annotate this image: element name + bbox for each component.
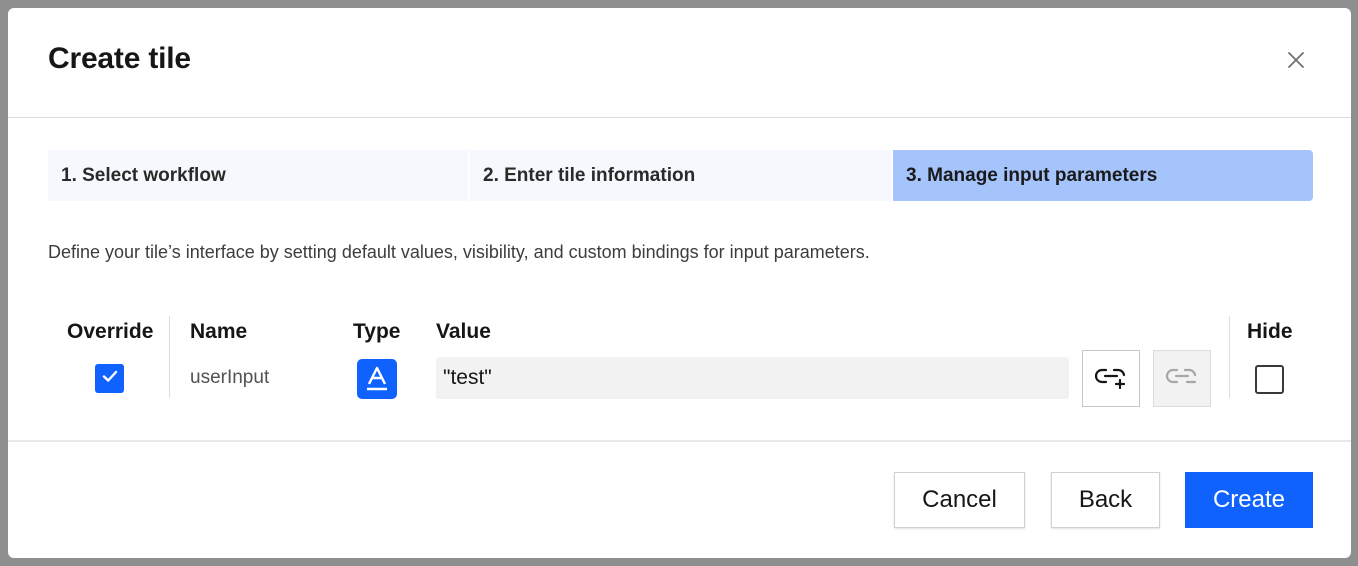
checkmark-icon [100,366,120,391]
close-button[interactable] [1282,46,1310,74]
input-parameters-table: Override Name Type Value Hide userInput [48,308,1313,408]
header-name: Name [190,320,248,343]
column-divider [1229,316,1230,398]
step-enter-tile-information[interactable]: 2. Enter tile information [470,150,891,201]
cancel-button[interactable]: Cancel [894,472,1025,528]
parameter-value-input[interactable] [436,357,1069,399]
create-button[interactable]: Create [1185,472,1313,528]
header-override: Override [67,320,154,343]
header-type: Type [353,320,401,343]
column-divider [169,316,170,398]
step-manage-input-parameters[interactable]: 3. Manage input parameters [893,150,1313,201]
override-checkbox[interactable] [95,364,124,393]
header-hide: Hide [1247,320,1293,343]
link-remove-icon [1164,363,1200,394]
link-add-icon [1093,363,1129,394]
hide-checkbox[interactable] [1255,365,1284,394]
header-value: Value [436,320,491,343]
back-button[interactable]: Back [1051,472,1160,528]
text-type-icon [357,359,397,399]
unbind-button[interactable] [1153,350,1211,407]
progress-steps: 1. Select workflow 2. Enter tile informa… [48,150,1313,201]
close-icon [1282,46,1310,74]
dialog-header: Create tile [8,8,1351,118]
dialog-title: Create tile [48,42,191,75]
bind-button[interactable] [1082,350,1140,407]
footer-divider [8,440,1351,442]
create-tile-dialog: Create tile 1. Select workflow 2. Enter … [8,8,1351,558]
step-select-workflow[interactable]: 1. Select workflow [48,150,468,201]
step-description: Define your tile’s interface by setting … [48,242,870,262]
parameter-name: userInput [190,367,270,388]
